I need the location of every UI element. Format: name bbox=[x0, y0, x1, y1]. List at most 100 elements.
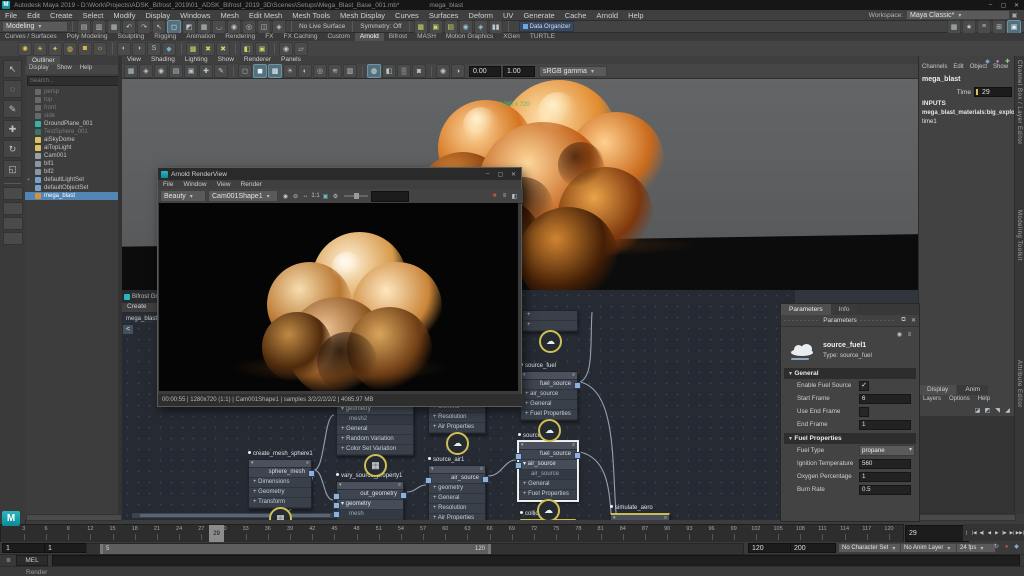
playback-start-field[interactable]: 1 bbox=[44, 543, 90, 553]
menu-display[interactable]: Display bbox=[141, 11, 176, 20]
outliner-item-groundplane-001[interactable]: GroundPlane_001 bbox=[25, 120, 118, 128]
select-hierarchy-icon[interactable]: ↖ bbox=[152, 19, 166, 34]
input-port[interactable] bbox=[515, 462, 522, 469]
zoom-1-1-label[interactable]: 1:1 bbox=[311, 192, 320, 201]
exposure-slider[interactable] bbox=[344, 193, 368, 199]
node-body[interactable]: ▾ ≡ fuel_source ▾ air_source air_source + Gen… bbox=[515, 441, 581, 501]
cloud-icon[interactable]: ☁ bbox=[538, 419, 561, 442]
shelf-tab-turtle[interactable]: TURTLE bbox=[525, 33, 560, 41]
layer-menu-options[interactable]: Options bbox=[945, 396, 974, 402]
flush-skydome-icon[interactable]: ✖ bbox=[216, 41, 230, 56]
step-back-frame-button[interactable]: |◀ bbox=[971, 524, 979, 541]
input-port[interactable] bbox=[515, 453, 522, 460]
outliner-item-front[interactable]: front bbox=[25, 104, 118, 112]
graph-node-simulate-aero[interactable]: simulate_aero ▾ ≡ bbox=[610, 504, 670, 520]
input-port[interactable] bbox=[425, 477, 432, 484]
pause-viewport-icon[interactable]: ▮▮ bbox=[488, 19, 503, 34]
single-pane-layout-button[interactable] bbox=[2, 187, 23, 200]
bifrost-menu-create[interactable]: Create bbox=[122, 303, 152, 312]
select-component-icon[interactable]: ◩ bbox=[182, 19, 196, 34]
ab-compare-icon[interactable]: ⊖ bbox=[291, 192, 300, 201]
data-organizer-button[interactable]: Data Organizer bbox=[518, 21, 575, 32]
fps-dropdown[interactable]: 24 fps bbox=[956, 543, 996, 553]
node-body[interactable]: ▾≡out_geometry▾ geometrymeshmesh1 bbox=[333, 481, 407, 520]
parameters-tab-info[interactable]: Info bbox=[830, 304, 858, 315]
move-layer-up-icon[interactable]: ◥ bbox=[993, 406, 1002, 415]
time-slider[interactable]: 3691215182124273033363942454851545760636… bbox=[0, 524, 904, 543]
open-scene-icon[interactable]: ▥ bbox=[92, 19, 106, 34]
shelf-tab-sculpting[interactable]: Sculpting bbox=[113, 33, 150, 41]
gamma-icon[interactable]: ◑ bbox=[451, 64, 465, 78]
rv-menu-window[interactable]: Window bbox=[178, 181, 211, 188]
workspace-dropdown[interactable]: Maya Classic* bbox=[906, 10, 1010, 20]
outliner-item-top[interactable]: top bbox=[25, 96, 118, 104]
channel-menu-edit[interactable]: Edit bbox=[950, 64, 966, 70]
checker-icon[interactable]: ▩ bbox=[186, 41, 200, 56]
gamma-field[interactable]: 1.00 bbox=[503, 65, 535, 77]
arnold-render-view-window[interactable]: Arnold RenderView – ▢ ✕ File Window View Re… bbox=[157, 167, 525, 407]
hypershade-layout-button[interactable] bbox=[2, 232, 23, 245]
move-layer-down-icon[interactable]: ◢ bbox=[1003, 406, 1012, 415]
output-port[interactable] bbox=[574, 382, 581, 389]
viewport-menu-show[interactable]: Show bbox=[213, 56, 239, 64]
rv-maximize-button[interactable]: ▢ bbox=[495, 170, 506, 178]
rv-close-button[interactable]: ✕ bbox=[508, 170, 519, 178]
time-channel-field[interactable]: 29 bbox=[974, 87, 1012, 97]
outliner-item-defaultobjectset[interactable]: defaultObjectSet bbox=[25, 184, 118, 192]
side-tab-modeling-toolkit[interactable]: Modeling Toolkit bbox=[1016, 210, 1022, 261]
multisample-icon[interactable]: ▥ bbox=[343, 64, 357, 78]
input-node-0[interactable]: mega_blast_materials:big_explosion_mat..… bbox=[922, 109, 1014, 118]
current-frame-field[interactable]: 29 bbox=[905, 525, 969, 542]
playback-options-icon[interactable]: ↻ bbox=[992, 542, 1001, 551]
step-forward-key-button[interactable]: |▶ bbox=[1001, 524, 1009, 541]
menu-file[interactable]: File bbox=[0, 11, 22, 20]
aov-browser-icon[interactable]: ◉ bbox=[279, 41, 293, 56]
shaded-icon[interactable]: ◼ bbox=[253, 64, 267, 78]
save-scene-icon[interactable]: ▦ bbox=[107, 19, 121, 34]
grease-pencil-icon[interactable]: ✎ bbox=[214, 64, 228, 78]
node-body[interactable]: ▾≡ bbox=[610, 513, 670, 520]
list-view-icon[interactable]: ≡ bbox=[905, 330, 914, 339]
input-port[interactable] bbox=[333, 502, 340, 509]
expand-icon[interactable]: + bbox=[27, 177, 30, 183]
live-surface-button[interactable]: No Live Surface bbox=[296, 23, 348, 30]
animation-preferences-icon[interactable]: ◆ bbox=[1012, 542, 1021, 551]
skydome-light-icon[interactable]: ✺ bbox=[18, 41, 32, 56]
channel-menu-show[interactable]: Show bbox=[990, 64, 1011, 70]
shelf-tab-animation[interactable]: Animation bbox=[181, 33, 220, 41]
graph-node-x[interactable]: + + ☁ bbox=[522, 310, 578, 353]
light-portal-icon[interactable]: ◙ bbox=[78, 41, 92, 56]
abort-render-icon[interactable]: ■ bbox=[490, 192, 499, 201]
move-tool-icon[interactable]: ✚ bbox=[3, 120, 22, 138]
animation-start-field[interactable]: 1 bbox=[2, 543, 48, 553]
float-panel-icon[interactable]: ⧉ bbox=[899, 316, 908, 325]
outliner-menu-display[interactable]: Display bbox=[25, 65, 53, 74]
menu-mesh[interactable]: Mesh bbox=[216, 11, 244, 20]
snap-grid-icon[interactable]: ▦ bbox=[197, 19, 211, 34]
shelf-tab-curves-surfaces[interactable]: Curves / Surfaces bbox=[0, 33, 62, 41]
exposure-field[interactable]: 0.00 bbox=[469, 65, 501, 77]
exposure-icon[interactable]: ◉ bbox=[436, 64, 450, 78]
menu-curves[interactable]: Curves bbox=[390, 11, 424, 20]
aov-dropdown[interactable]: Beauty bbox=[160, 190, 206, 202]
cloud-icon[interactable]: ☁ bbox=[446, 432, 469, 455]
mesh-icon[interactable]: ▦ bbox=[364, 454, 387, 477]
viewport-menu-view[interactable]: View bbox=[122, 56, 146, 64]
graph-node-source-fuel[interactable]: source_fuel ▾ ≡ fuel_source + air_source + Ge… bbox=[520, 362, 581, 442]
layer-menu-layers[interactable]: Layers bbox=[919, 396, 945, 402]
sort-icon[interactable]: ≡ bbox=[977, 19, 991, 34]
log-icon[interactable]: ≡ bbox=[500, 192, 509, 201]
new-layer-selected-icon[interactable]: ◩ bbox=[983, 406, 992, 415]
close-panel-icon[interactable]: ✕ bbox=[909, 316, 918, 325]
render-view-title-bar[interactable]: Arnold RenderView – ▢ ✕ bbox=[158, 168, 521, 180]
node-body[interactable]: + + bbox=[522, 310, 578, 332]
param-field[interactable]: 6 bbox=[859, 393, 911, 404]
volume-icon[interactable]: ◑ bbox=[132, 41, 146, 56]
snap-point-icon[interactable]: ◉ bbox=[227, 19, 241, 34]
isolate-select-icon[interactable]: ◧ bbox=[382, 64, 396, 78]
photometric-light-icon[interactable]: ◍ bbox=[63, 41, 77, 56]
xray-icon[interactable]: ◍ bbox=[367, 64, 381, 78]
section-general[interactable]: General bbox=[784, 368, 916, 379]
attribute-editor-toggle-icon[interactable]: ▣ bbox=[1007, 19, 1021, 34]
script-editor-icon[interactable]: ≣ bbox=[4, 556, 13, 565]
